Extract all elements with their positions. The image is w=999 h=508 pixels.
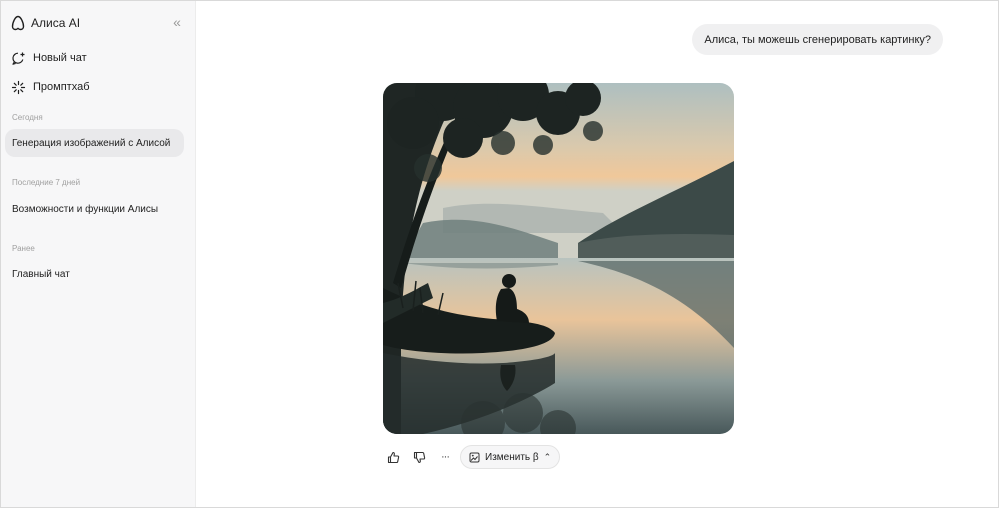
section-label-earlier: Ранее [12, 244, 35, 253]
new-chat-label: Новый чат [33, 52, 87, 64]
brand-title: Алиса AI [31, 16, 81, 30]
alice-logo-icon [11, 15, 25, 31]
edit-image-icon [469, 452, 480, 462]
user-message-bubble: Алиса, ты можешь сгенерировать картинку? [692, 24, 943, 55]
chat-item-label: Возможности и функции Алисы [12, 203, 159, 215]
response-actions: ··· Изменить β ⌃ [380, 444, 561, 470]
new-chat-button[interactable]: Новый чат [11, 48, 87, 68]
chat-item-label: Главный чат [12, 268, 70, 280]
thumbs-up-icon [387, 451, 399, 463]
prompthub-label: Промптхаб [33, 81, 90, 93]
sidebar: Алиса AI « Новый чат Промптхаб Сегодня Г… [1, 1, 196, 507]
generated-image[interactable] [383, 83, 734, 434]
like-button[interactable] [380, 444, 406, 470]
more-dots-icon: ··· [441, 451, 450, 463]
thumbs-down-icon [413, 451, 425, 463]
section-label-today: Сегодня [12, 113, 43, 122]
section-label-last-7-days: Последние 7 дней [12, 178, 81, 187]
dislike-button[interactable] [406, 444, 432, 470]
chat-item-main-chat[interactable]: Главный чат [5, 260, 184, 288]
double-chevron-left-icon: « [173, 14, 181, 30]
prompthub-button[interactable]: Промптхаб [11, 77, 90, 97]
collapse-sidebar-button[interactable]: « [169, 14, 185, 30]
chat-item-alice-features[interactable]: Возможности и функции Алисы [5, 195, 184, 223]
edit-image-label: Изменить β [485, 451, 539, 463]
chat-item-label: Генерация изображений с Алисой [12, 137, 171, 149]
edit-image-button[interactable]: Изменить β ⌃ [460, 445, 561, 469]
brand[interactable]: Алиса AI [11, 13, 80, 33]
chevron-up-icon: ⌃ [543, 451, 552, 462]
new-chat-icon [11, 51, 26, 66]
more-options-button[interactable]: ··· [432, 444, 458, 470]
sparkle-icon [11, 80, 26, 95]
chat-item-image-generation[interactable]: Генерация изображений с Алисой [5, 129, 184, 157]
chat-area: Алиса, ты можешь сгенерировать картинку? [197, 1, 998, 507]
